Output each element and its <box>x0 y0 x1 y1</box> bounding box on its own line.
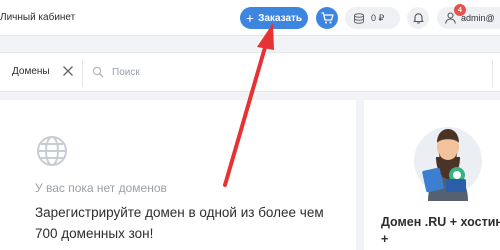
empty-state-text: Зарегистрируйте домен в одной из более ч… <box>35 205 324 241</box>
plus-icon: + <box>245 9 255 26</box>
notifications-button[interactable] <box>407 7 429 29</box>
notification-badge: 4 <box>454 4 466 16</box>
order-button[interactable]: + Заказать <box>240 7 308 29</box>
cart-icon <box>321 12 334 24</box>
username: admin@ <box>461 13 495 23</box>
user-menu-button[interactable]: admin@ <box>437 7 500 29</box>
balance-amount: 0 ₽ <box>371 12 385 23</box>
cart-button[interactable] <box>316 7 338 29</box>
globe-icon <box>37 136 67 166</box>
filter-chip-domains[interactable]: Домены <box>12 66 50 77</box>
promo-title-continuation: + <box>381 232 389 246</box>
empty-state-title: У вас пока нет доменов <box>35 181 167 195</box>
promo-title[interactable]: Домен .RU + хостинг <box>381 215 500 230</box>
top-header: Личный кабинет + Заказать 0 ₽ admin@ 4 <box>0 0 500 36</box>
filter-divider <box>82 59 83 87</box>
filter-divider-right <box>492 59 493 87</box>
cabinet-title[interactable]: Личный кабинет <box>0 12 75 23</box>
user-icon <box>445 12 456 24</box>
search-input[interactable] <box>112 64 312 80</box>
balance-button[interactable]: 0 ₽ <box>345 7 400 29</box>
order-button-label: Заказать <box>258 12 303 24</box>
promo-illustration <box>414 127 482 201</box>
close-icon[interactable] <box>62 64 74 78</box>
filter-bar: Домены <box>0 52 500 92</box>
wallet-icon <box>354 12 364 24</box>
bell-icon <box>412 13 424 24</box>
search-icon <box>92 66 104 78</box>
